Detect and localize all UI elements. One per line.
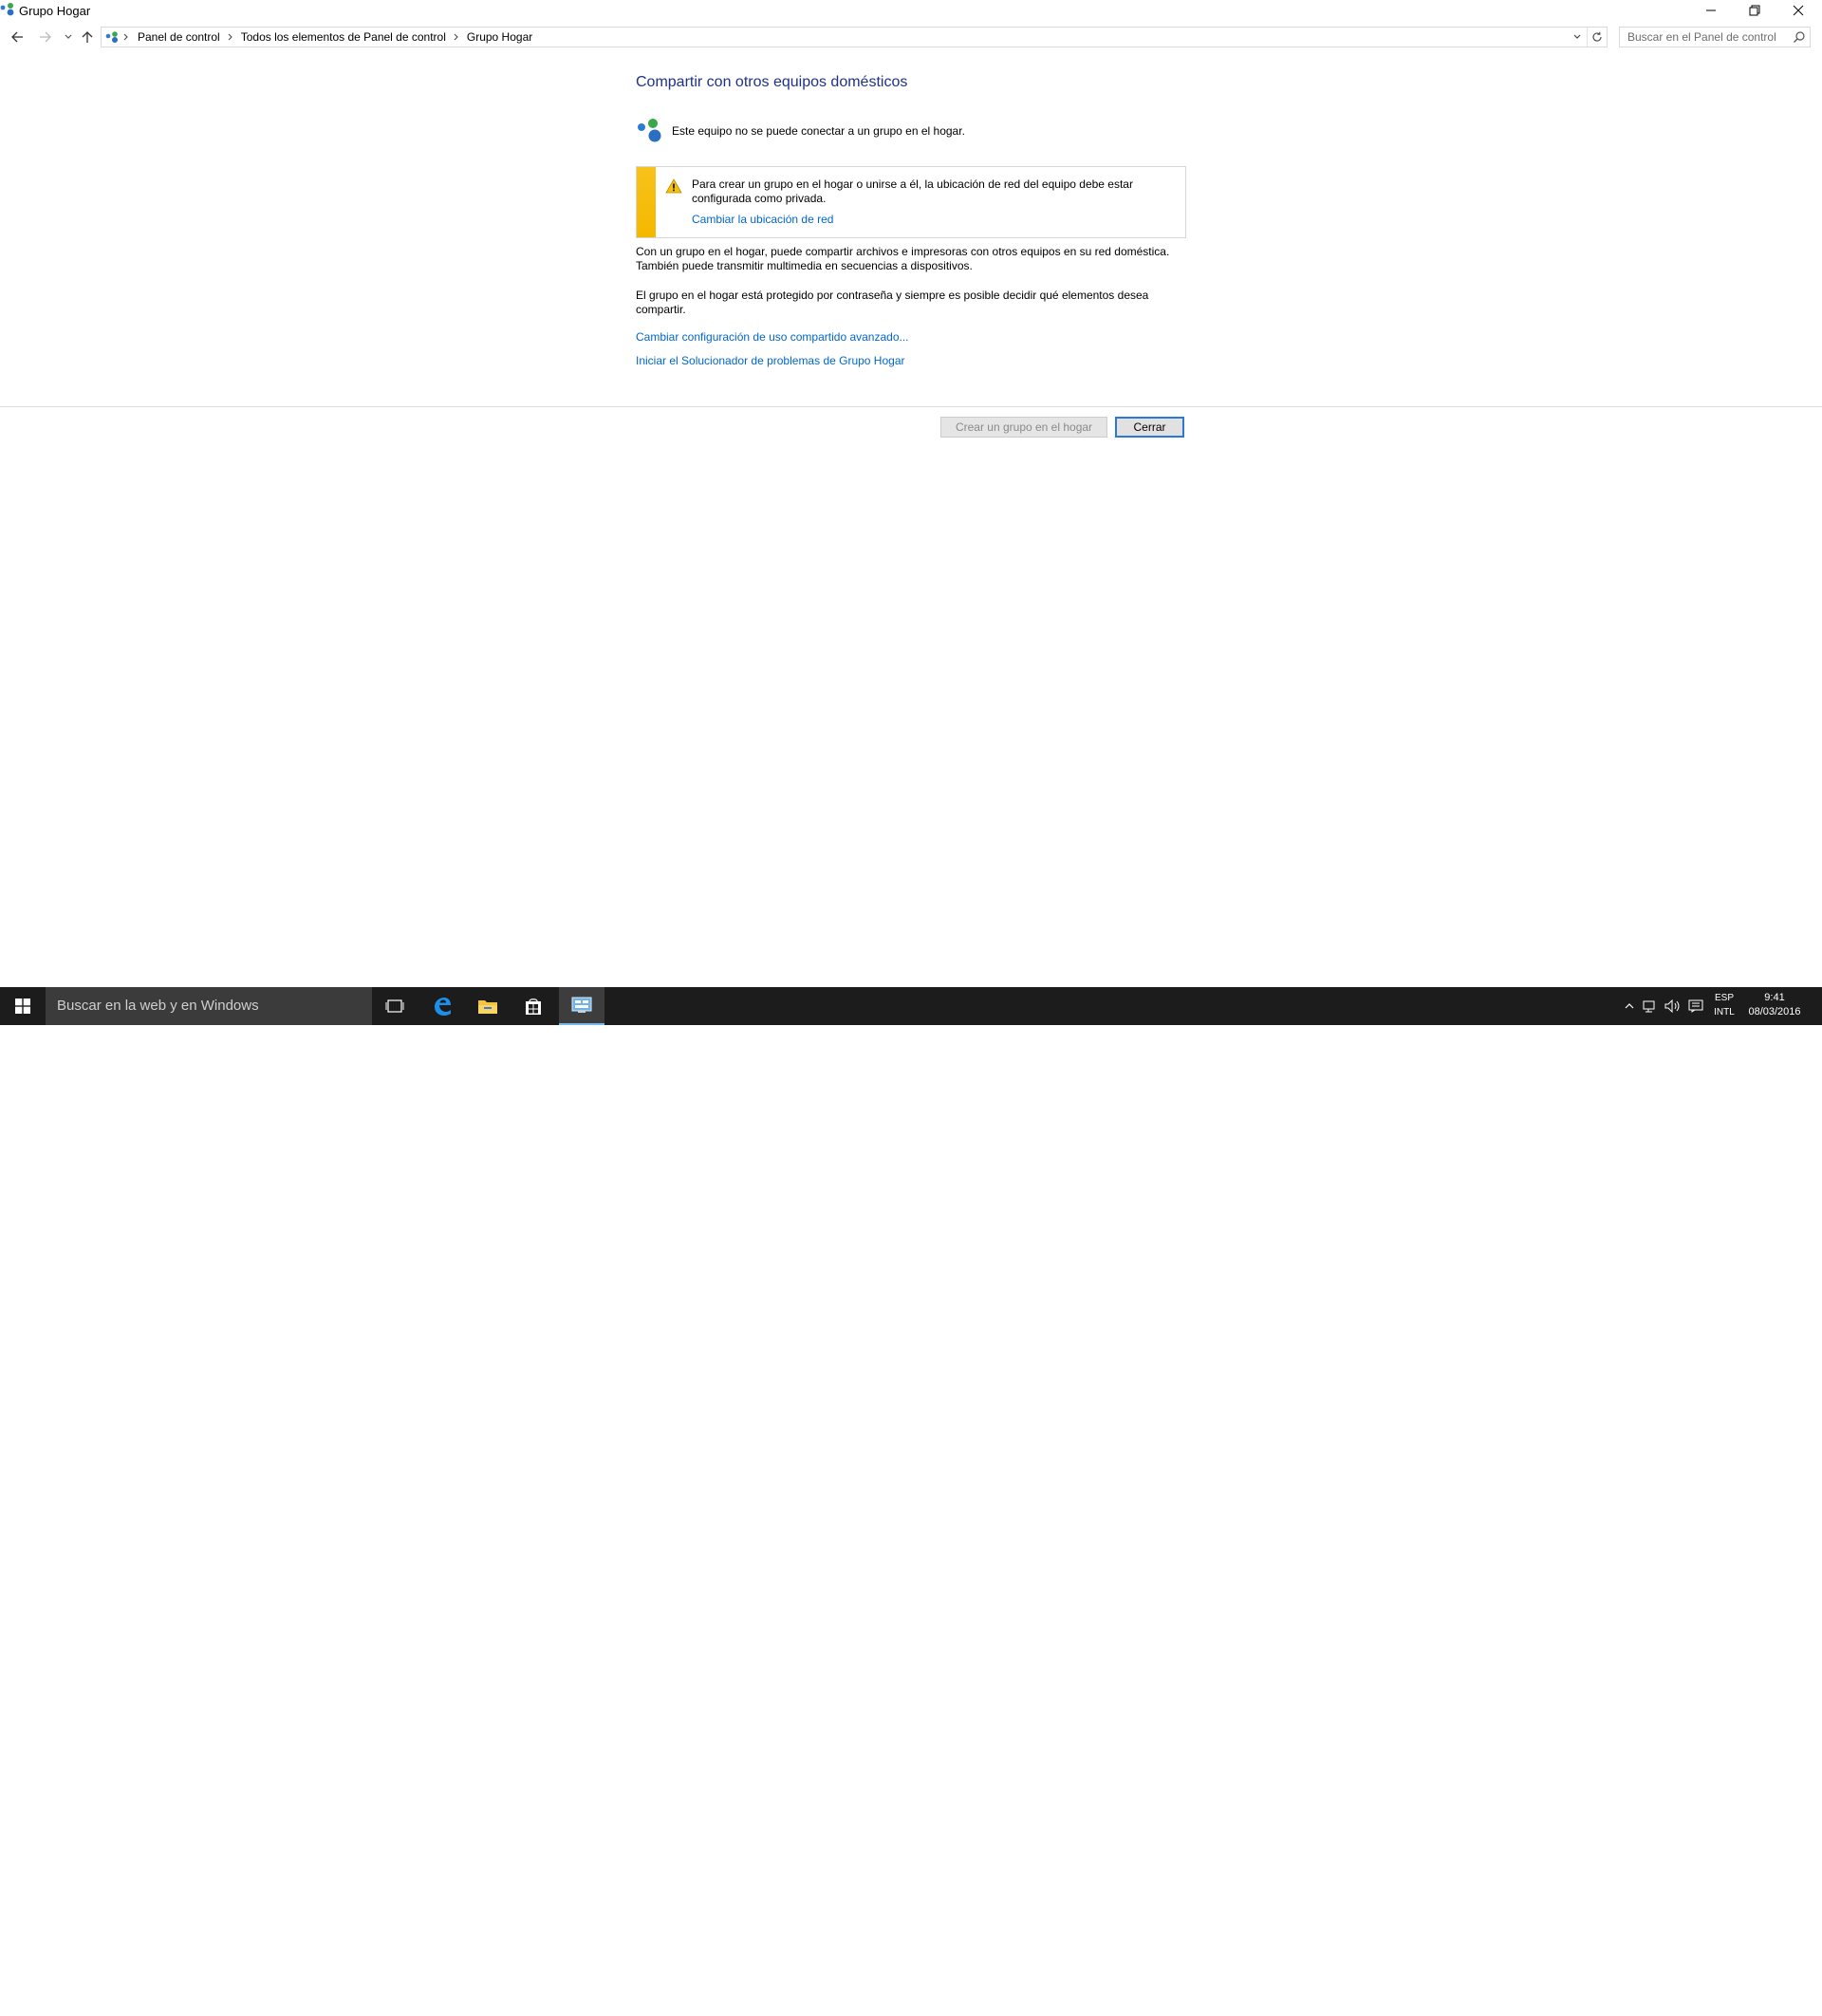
restore-icon [1749, 5, 1760, 16]
windows-logo-icon [15, 999, 30, 1014]
taskbar: Buscar en la web y en Windows The Collec… [0, 987, 1822, 2016]
language-indicator[interactable]: ESP INTL [1706, 991, 1742, 1019]
network-tray-button[interactable] [1640, 987, 1661, 1025]
create-homegroup-button[interactable]: Crear un grupo en el hogar [940, 417, 1107, 438]
status-text: Este equipo no se puede conectar a un gr… [672, 124, 965, 138]
warning-text: Para crear un grupo en el hogar o unirse… [692, 177, 1133, 205]
up-button[interactable] [78, 27, 97, 47]
chevron-down-icon [1573, 34, 1581, 39]
address-dropdown-button[interactable] [1569, 28, 1586, 47]
breadcrumb: Panel de control Todos los elementos de … [102, 28, 538, 47]
restore-button[interactable] [1733, 0, 1776, 21]
folder-icon [478, 1000, 497, 1014]
taskbar-search-box[interactable]: Buscar en la web y en Windows [46, 987, 372, 1025]
clock-date: 08/03/2016 [1748, 1006, 1801, 1017]
edge-icon [435, 998, 451, 1016]
homegroup-icon [638, 119, 661, 142]
breadcrumb-item-panel[interactable]: Panel de control [132, 30, 226, 44]
control-panel-taskbar-button[interactable] [559, 987, 604, 1025]
warning-stripe [637, 167, 656, 237]
task-view-button[interactable] [372, 987, 418, 1025]
show-hidden-icons-button[interactable] [1621, 987, 1638, 1025]
chevron-right-icon[interactable] [226, 33, 235, 41]
window-title: Grupo Hogar [19, 4, 91, 18]
clock-time: 9:41 [1764, 992, 1785, 1003]
refresh-icon [1592, 31, 1602, 42]
speaker-icon [1664, 999, 1680, 1013]
warning-icon [665, 178, 682, 194]
arrow-up-icon [82, 31, 93, 43]
troubleshooter-link[interactable]: Iniciar el Solucionador de problemas de … [636, 354, 905, 367]
title-bar: Grupo Hogar [0, 0, 1822, 23]
recent-locations-button[interactable] [59, 27, 78, 47]
close-button[interactable]: Cerrar [1115, 417, 1184, 438]
watermark-text: The Collection Book [1635, 1970, 1776, 2016]
watermark: The Collection Book [1583, 1970, 1822, 2016]
file-explorer-button[interactable] [465, 987, 511, 1025]
search-icon[interactable] [1793, 30, 1806, 44]
notifications-tray-button[interactable] [1685, 987, 1706, 1025]
homegroup-icon [105, 31, 128, 43]
warning-panel: Para crear un grupo en el hogar o unirse… [636, 166, 1186, 238]
language-secondary: INTL [1714, 1007, 1735, 1017]
arrow-left-icon [11, 31, 23, 43]
book-logo-icon [1584, 1981, 1628, 2010]
password-paragraph: El grupo en el hogar está protegido por … [636, 289, 1149, 316]
store-icon [526, 999, 541, 1015]
page-title: Compartir con otros equipos domésticos [636, 74, 908, 90]
breadcrumb-item-all-items[interactable]: Todos los elementos de Panel de control [235, 30, 452, 44]
minimize-icon [1706, 9, 1716, 11]
homegroup-icon [0, 3, 14, 16]
action-center-icon [1688, 999, 1703, 1013]
network-icon [1643, 1000, 1655, 1013]
volume-tray-button[interactable] [1663, 987, 1683, 1025]
advanced-sharing-link[interactable]: Cambiar configuración de uso compartido … [636, 330, 909, 344]
address-bar[interactable]: Panel de control Todos los elementos de … [101, 27, 1608, 47]
back-button[interactable] [8, 27, 27, 47]
control-panel-icon [571, 997, 592, 1013]
language-primary: ESP [1714, 993, 1734, 1003]
change-network-location-link[interactable]: Cambiar la ubicación de red [692, 213, 833, 226]
chevron-up-icon [1625, 1003, 1634, 1009]
taskbar-search-placeholder: Buscar en la web y en Windows [57, 998, 259, 1014]
chevron-right-icon[interactable] [452, 33, 461, 41]
search-input[interactable] [1620, 28, 1794, 47]
search-box[interactable] [1619, 27, 1811, 47]
close-window-button[interactable] [1776, 0, 1820, 21]
minimize-button[interactable] [1689, 0, 1733, 21]
clock[interactable]: 9:41 08/03/2016 [1746, 991, 1803, 1019]
status-row: Este equipo no se puede conectar a un gr… [636, 118, 965, 144]
forward-button[interactable] [36, 27, 55, 47]
chevron-down-icon [65, 34, 72, 39]
start-button[interactable] [0, 987, 46, 1025]
store-button[interactable] [511, 987, 556, 1025]
refresh-button[interactable] [1587, 28, 1607, 47]
description-paragraph: Con un grupo en el hogar, puede comparti… [636, 245, 1170, 272]
close-icon [1793, 5, 1804, 16]
task-view-icon [385, 999, 404, 1013]
navigation-bar: Panel de control Todos los elementos de … [0, 25, 1822, 49]
footer-divider [0, 406, 1822, 407]
edge-button[interactable] [419, 987, 465, 1025]
breadcrumb-item-homegroup[interactable]: Grupo Hogar [461, 30, 538, 44]
arrow-right-icon [40, 31, 51, 43]
